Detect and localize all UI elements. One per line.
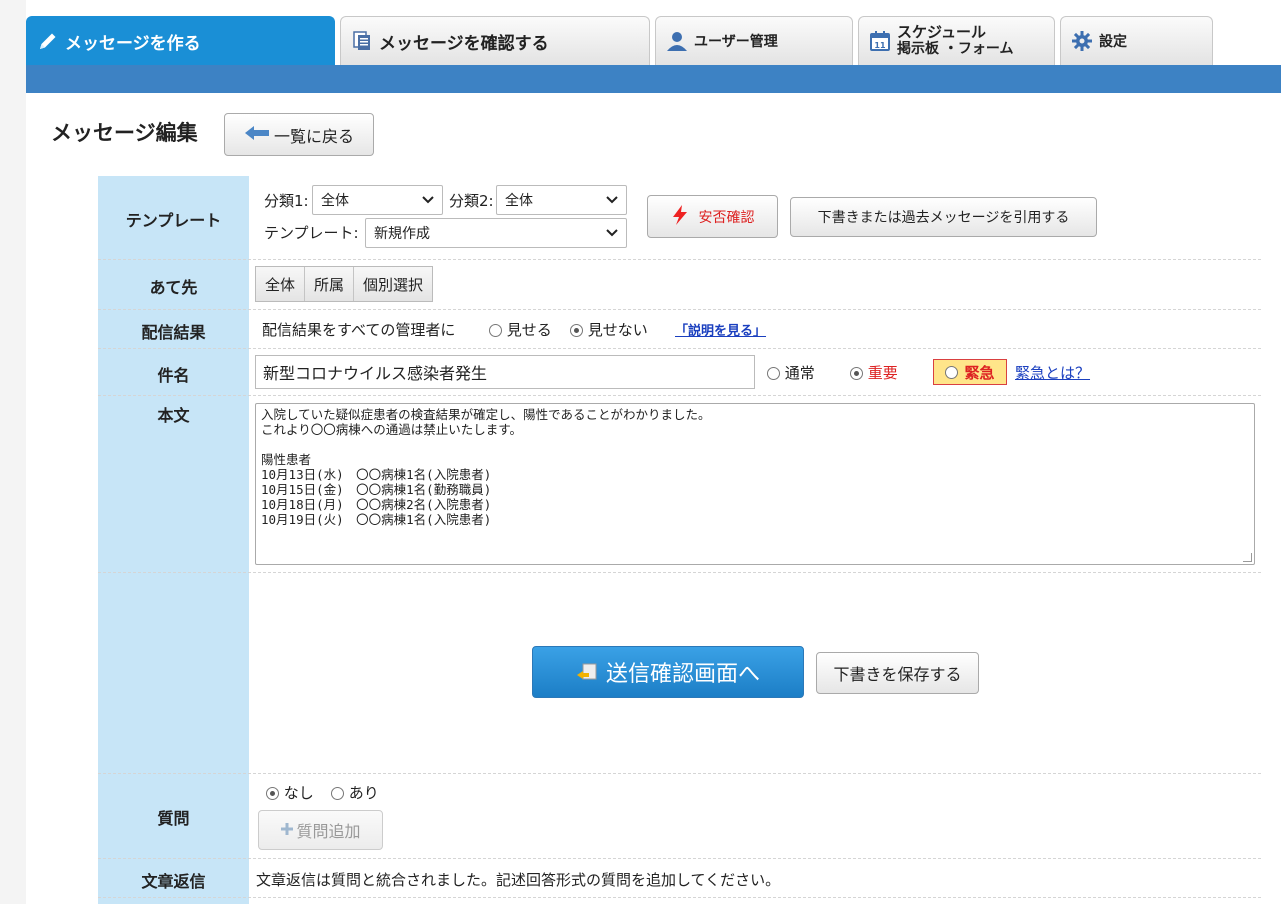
lightning-icon bbox=[671, 204, 689, 230]
template-label: テンプレート: bbox=[264, 224, 359, 242]
category2-select[interactable]: 全体 bbox=[496, 185, 627, 215]
category2-value: 全体 bbox=[505, 193, 533, 209]
category1-select[interactable]: 全体 bbox=[312, 185, 443, 215]
template-select[interactable]: 新規作成 bbox=[365, 218, 627, 248]
chevron-down-icon bbox=[422, 192, 434, 208]
result-show-label: 見せる bbox=[506, 321, 552, 339]
destination-individual[interactable]: 個別選択 bbox=[354, 267, 433, 301]
tab-label: スケジュール 掲示板 ・フォーム bbox=[897, 24, 1013, 58]
user-icon bbox=[666, 30, 688, 52]
tab-settings[interactable]: 設定 bbox=[1060, 16, 1213, 65]
category2-label: 分類2: bbox=[449, 192, 494, 210]
tab-view-messages[interactable]: メッセージを確認する bbox=[340, 16, 650, 65]
destination-row-label: あて先 bbox=[149, 278, 198, 297]
destination-segmented: 全体 所属 個別選択 bbox=[255, 266, 434, 302]
result-row-label: 配信結果 bbox=[141, 323, 206, 342]
row-divider bbox=[98, 572, 1261, 573]
send-confirm-label: 送信確認画面へ bbox=[605, 662, 760, 687]
destination-affiliation[interactable]: 所属 bbox=[305, 267, 355, 301]
gear-icon bbox=[1071, 30, 1093, 52]
document-list-icon bbox=[351, 30, 373, 52]
result-show-option[interactable]: 見せる bbox=[489, 319, 552, 340]
body-row-label: 本文 bbox=[157, 406, 190, 425]
priority-normal-label: 通常 bbox=[784, 364, 815, 382]
row-divider bbox=[98, 348, 1261, 349]
question-yes-label: あり bbox=[348, 784, 379, 802]
tab-create-message[interactable]: メッセージを作る bbox=[26, 16, 335, 65]
tab-label: ユーザー管理 bbox=[694, 34, 778, 50]
text-reply-row-label: 文章返信 bbox=[141, 872, 206, 891]
row-divider bbox=[98, 259, 1261, 260]
priority-important-label: 重要 bbox=[867, 364, 898, 382]
arrow-left-icon bbox=[244, 125, 270, 145]
safety-check-button[interactable]: 安否確認 bbox=[647, 195, 778, 238]
svg-text:11: 11 bbox=[874, 41, 886, 50]
add-question-label: 質問追加 bbox=[296, 822, 361, 841]
category1-value: 全体 bbox=[321, 193, 349, 209]
tab-label: メッセージを確認する bbox=[379, 33, 549, 54]
template-value: 新規作成 bbox=[374, 226, 430, 242]
row-divider bbox=[98, 897, 1261, 898]
help-link[interactable]: 「説明を見る」 bbox=[675, 320, 766, 339]
resize-grip[interactable] bbox=[1243, 553, 1252, 562]
radio-important[interactable] bbox=[850, 367, 863, 380]
body-textarea[interactable]: 入院していた疑似症患者の検査結果が確定し、陽性であることがわかりました。 これよ… bbox=[255, 403, 1255, 565]
question-yes-option[interactable]: あり bbox=[331, 782, 379, 803]
row-divider bbox=[98, 309, 1261, 310]
radio-hide[interactable] bbox=[570, 324, 583, 337]
plus-icon bbox=[280, 821, 294, 840]
result-hide-option[interactable]: 見せない bbox=[570, 319, 648, 340]
radio-show[interactable] bbox=[489, 324, 502, 337]
send-icon bbox=[576, 662, 600, 688]
priority-urgent-option[interactable]: 緊急 bbox=[933, 359, 1007, 385]
back-to-list-button[interactable]: 一覧に戻る bbox=[224, 113, 374, 156]
left-gutter bbox=[0, 0, 26, 904]
radio-none[interactable] bbox=[266, 787, 279, 800]
tab-label-line1: スケジュール bbox=[897, 23, 986, 41]
main-tabs: メッセージを作る メッセージを確認する ユーザー管理 11 スケジュール 掲示板… bbox=[26, 16, 1218, 65]
chevron-down-icon bbox=[606, 225, 618, 241]
page-title: メッセージ編集 bbox=[51, 121, 198, 145]
subject-row-label: 件名 bbox=[157, 366, 190, 385]
result-hide-label: 見せない bbox=[587, 321, 648, 339]
destination-all[interactable]: 全体 bbox=[256, 267, 306, 301]
question-none-label: なし bbox=[283, 784, 314, 802]
tab-label: メッセージを作る bbox=[65, 33, 201, 54]
back-button-label: 一覧に戻る bbox=[273, 126, 354, 146]
question-none-option[interactable]: なし bbox=[266, 782, 314, 803]
header-bar bbox=[26, 65, 1281, 93]
chevron-down-icon bbox=[606, 192, 618, 208]
text-reply-notice: 文章返信は質問と統合されました。記述回答形式の質問を追加してください。 bbox=[256, 871, 781, 889]
pencil-icon bbox=[37, 30, 59, 52]
body-text: 入院していた疑似症患者の検査結果が確定し、陽性であることがわかりました。 これよ… bbox=[261, 407, 711, 527]
send-confirm-button[interactable]: 送信確認画面へ bbox=[532, 646, 804, 698]
tab-schedule-board-form[interactable]: 11 スケジュール 掲示板 ・フォーム bbox=[858, 16, 1055, 65]
save-draft-label: 下書きを保存する bbox=[833, 665, 962, 684]
priority-urgent-label: 緊急 bbox=[964, 363, 995, 382]
question-row-label: 質問 bbox=[157, 809, 190, 828]
calendar-icon: 11 bbox=[869, 30, 891, 52]
priority-normal-option[interactable]: 通常 bbox=[767, 362, 815, 383]
radio-urgent[interactable] bbox=[945, 365, 959, 379]
save-draft-button[interactable]: 下書きを保存する bbox=[816, 652, 979, 694]
priority-important-option[interactable]: 重要 bbox=[850, 362, 898, 383]
radio-yes[interactable] bbox=[331, 787, 344, 800]
tab-label: 設定 bbox=[1099, 34, 1127, 50]
add-question-button[interactable]: 質問追加 bbox=[258, 810, 383, 850]
row-divider bbox=[98, 395, 1261, 396]
result-text: 配信結果をすべての管理者に bbox=[262, 321, 456, 339]
safety-check-label: 安否確認 bbox=[698, 209, 755, 226]
tab-label-line2: 掲示板 ・フォーム bbox=[897, 41, 1014, 57]
tab-user-management[interactable]: ユーザー管理 bbox=[655, 16, 853, 65]
radio-normal[interactable] bbox=[767, 367, 780, 380]
page: メッセージを作る メッセージを確認する ユーザー管理 11 スケジュール 掲示板… bbox=[0, 0, 1281, 904]
row-divider bbox=[98, 773, 1261, 774]
subject-input[interactable]: 新型コロナウイルス感染者発生 bbox=[255, 355, 755, 389]
template-row-label: テンプレート bbox=[125, 211, 222, 230]
quote-draft-button[interactable]: 下書きまたは過去メッセージを引用する bbox=[790, 197, 1097, 237]
category1-label: 分類1: bbox=[264, 192, 309, 210]
urgent-help-link[interactable]: 緊急とは？ bbox=[1015, 362, 1090, 383]
quote-draft-label: 下書きまたは過去メッセージを引用する bbox=[817, 210, 1070, 226]
row-divider bbox=[98, 858, 1261, 859]
